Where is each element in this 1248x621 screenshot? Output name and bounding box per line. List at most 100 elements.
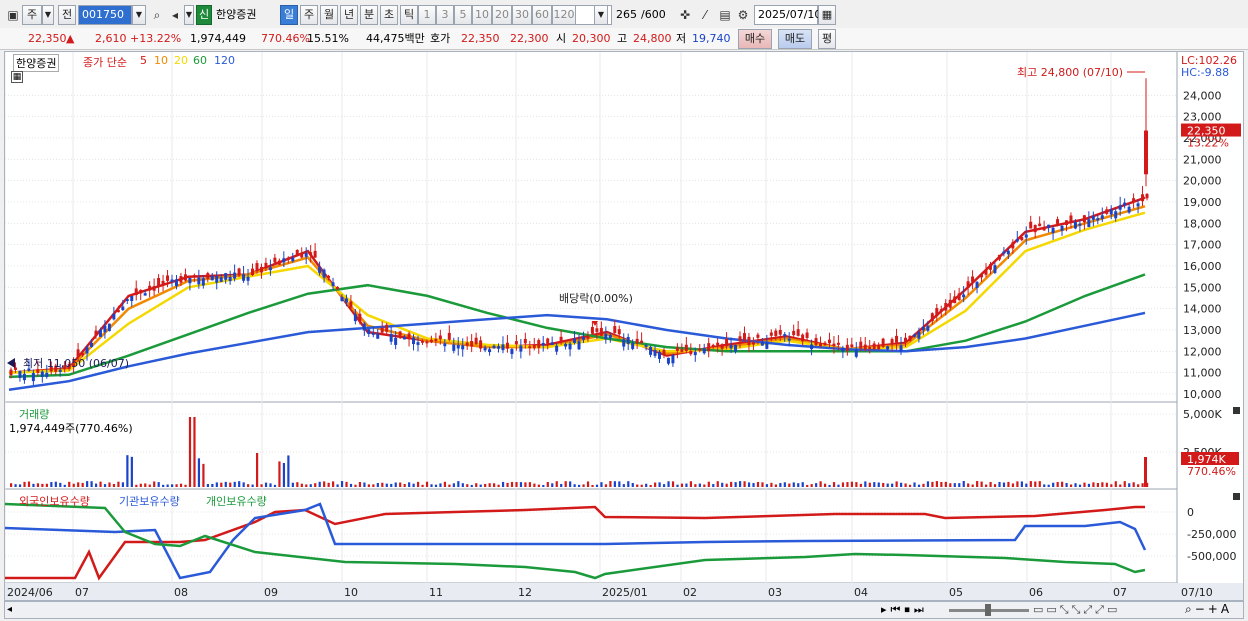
price-tick-label: 13,000: [1183, 324, 1222, 337]
volume-bar: [408, 482, 411, 487]
candle-body: [1141, 194, 1145, 202]
indiv-legend: 개인보유수량: [206, 495, 267, 508]
sound-dropdown-icon[interactable]: ▼: [184, 5, 194, 25]
bottom-scrollbar[interactable]: ◂ ▸⏮⏹⏭ ▭▭⤡⤡⤢⤢▭ ⌕−+A: [4, 601, 1244, 619]
candle-body: [1015, 239, 1019, 242]
candle-body: [313, 250, 317, 258]
volume-bar: [546, 481, 549, 487]
volume-bar: [211, 483, 214, 487]
candle-body: [984, 270, 988, 275]
playback-controls-icon[interactable]: ▸⏮⏹⏭: [881, 603, 928, 617]
volume-bar: [895, 481, 898, 487]
candle-body: [277, 260, 281, 265]
volume-bar: [206, 484, 209, 487]
buy-button[interactable]: 매수: [738, 29, 772, 49]
candle-body: [1056, 219, 1060, 224]
field-dropdown-icon[interactable]: ▼: [594, 5, 608, 25]
interval-1[interactable]: 1: [418, 5, 436, 25]
sell-button[interactable]: 매도: [778, 29, 812, 49]
candle-body: [1132, 198, 1136, 203]
candle-body: [1064, 220, 1068, 226]
candle-body: [1011, 242, 1015, 249]
candle-body: [957, 293, 961, 300]
calendar-icon[interactable]: ▦: [818, 5, 836, 25]
volume-bar: [1043, 484, 1046, 487]
gear-icon[interactable]: ⚙: [734, 5, 752, 25]
candle-body: [917, 331, 921, 339]
interval-60[interactable]: 60: [532, 5, 552, 25]
tab-1[interactable]: 주: [300, 5, 318, 25]
save-icon[interactable]: ▤: [716, 5, 734, 25]
sound-icon[interactable]: ◂: [166, 5, 184, 25]
time-tick-label: 06: [1029, 586, 1043, 599]
period-dropdown-icon[interactable]: ▼: [42, 5, 54, 25]
candle-body: [1038, 223, 1042, 227]
candle-body: [510, 349, 514, 355]
code-dropdown-icon[interactable]: ▼: [132, 5, 146, 25]
candle-body: [45, 372, 49, 377]
volume-bar: [739, 481, 742, 487]
time-tick-label: 10: [344, 586, 358, 599]
candle-body: [756, 334, 760, 338]
volume-bar: [175, 484, 178, 487]
candle-body: [407, 333, 411, 340]
volume-bar: [935, 481, 938, 487]
volume-bar: [998, 481, 1001, 487]
period-select[interactable]: 주: [22, 5, 42, 25]
draw-line-icon[interactable]: ⁄: [696, 5, 714, 25]
interval-5[interactable]: 5: [454, 5, 472, 25]
time-tick-label: 2025/01: [602, 586, 648, 599]
tab-2[interactable]: 월: [320, 5, 338, 25]
interval-120[interactable]: 120: [552, 5, 576, 25]
tab-4[interactable]: 분: [360, 5, 378, 25]
chart-panel[interactable]: 24,000 23,000 22,000 21,000 20,000 19,000 18,0…: [4, 51, 1244, 601]
volume-bar: [636, 484, 639, 487]
candle-body: [604, 333, 608, 340]
candle-body: [689, 350, 693, 355]
interval-30[interactable]: 30: [512, 5, 532, 25]
time-tick-label: 11: [429, 586, 443, 599]
candle-body: [416, 342, 420, 345]
zoom-slider-handle[interactable]: [985, 604, 991, 616]
volume-bar: [662, 484, 666, 487]
volume-bar: [327, 482, 330, 487]
candle-body: [532, 344, 536, 349]
volume-bar: [747, 482, 751, 487]
search-icon[interactable]: ⌕: [148, 5, 166, 25]
volume-bar: [1047, 484, 1050, 487]
tools-icons[interactable]: ▭▭⤡⤡⤢⤢▭: [1033, 603, 1120, 617]
scroll-left-icon[interactable]: ◂: [7, 604, 12, 615]
volume-bar: [45, 483, 48, 487]
date-input[interactable]: 2025/07/10: [754, 5, 821, 25]
chart-window-icon[interactable]: ▣: [4, 5, 22, 25]
volume-bar: [287, 455, 290, 487]
volume-bar: [23, 481, 26, 487]
tab-5[interactable]: 초: [380, 5, 398, 25]
prev-button[interactable]: 전: [58, 5, 76, 25]
volume-bar: [171, 484, 174, 487]
crosshair-icon[interactable]: ✜: [676, 5, 694, 25]
volume-bar: [658, 482, 661, 487]
interval-10[interactable]: 10: [472, 5, 492, 25]
tab-6[interactable]: 틱: [400, 5, 418, 25]
volume-bar: [63, 484, 66, 487]
eval-button[interactable]: 평: [818, 29, 836, 49]
candle-body: [1024, 234, 1028, 238]
volume-bar: [81, 482, 84, 487]
volume-bar: [944, 481, 947, 487]
volume-bar: [484, 483, 487, 487]
tab-0[interactable]: 일: [280, 5, 298, 25]
calculator-icon[interactable]: ▦: [11, 71, 23, 83]
candle-body: [738, 336, 742, 342]
interval-20[interactable]: 20: [492, 5, 512, 25]
tab-3[interactable]: 년: [340, 5, 358, 25]
volume-bar: [1065, 483, 1068, 487]
volume-bar: [273, 484, 277, 487]
time-tick-label: 07: [75, 586, 89, 599]
interval-3[interactable]: 3: [436, 5, 454, 25]
code-input[interactable]: 001750: [78, 5, 132, 25]
count-value[interactable]: 265: [612, 5, 640, 25]
zoom-icons[interactable]: ⌕−+A: [1185, 602, 1232, 617]
volume-bar: [712, 484, 715, 487]
volume-bar: [667, 481, 670, 487]
